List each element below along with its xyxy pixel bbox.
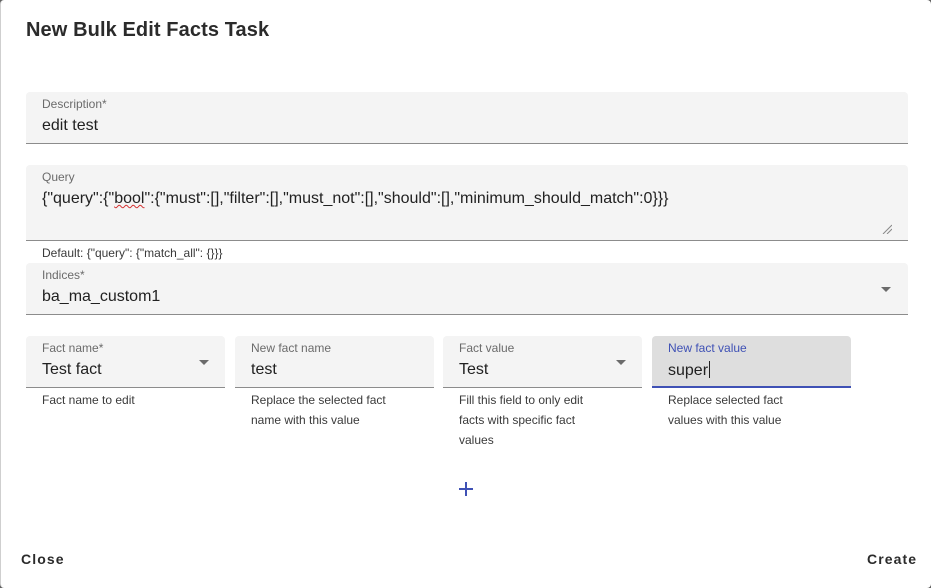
new-fact-value-text: super: [668, 362, 709, 379]
fact-name-helper-text: Fact name to edit: [42, 393, 135, 407]
query-label: Query: [42, 170, 75, 184]
resize-grip-icon[interactable]: [882, 224, 892, 234]
fact-value-helper-line: facts with specific fact: [459, 413, 576, 427]
fact-value-select[interactable]: Fact value Test: [443, 336, 642, 388]
bulk-edit-dialog: New Bulk Edit Facts Task Description* ed…: [0, 0, 931, 588]
description-label: Description*: [42, 97, 107, 111]
new-fact-name-helper: Replace the selected fact name with this…: [251, 390, 386, 430]
new-fact-name-label: New fact name: [251, 341, 332, 355]
fact-value-helper-line: Fill this field to only edit: [459, 393, 584, 407]
fact-value-value: Test: [459, 361, 489, 378]
plus-icon[interactable]: [456, 479, 476, 499]
description-input[interactable]: edit test: [42, 117, 98, 135]
new-fact-name-helper-line: Replace the selected fact: [251, 393, 386, 407]
dropdown-arrow-icon: [881, 287, 891, 292]
close-button[interactable]: Close: [21, 551, 65, 567]
create-button[interactable]: Create: [867, 551, 917, 567]
dropdown-arrow-icon: [199, 360, 209, 365]
fact-name-value: Test fact: [42, 361, 102, 378]
query-text-misspelled: bool: [114, 190, 145, 207]
new-fact-value-field[interactable]: New fact value super: [652, 336, 851, 388]
fact-name-select[interactable]: Fact name* Test fact: [26, 336, 225, 388]
dialog-title: New Bulk Edit Facts Task: [26, 19, 270, 41]
indices-select[interactable]: Indices* ba_ma_custom1: [26, 263, 908, 315]
description-field[interactable]: Description* edit test: [26, 92, 908, 144]
text-caret: [709, 361, 711, 378]
indices-label: Indices*: [42, 268, 85, 282]
new-fact-name-helper-line: name with this value: [251, 413, 360, 427]
new-fact-value-input[interactable]: super: [668, 361, 711, 380]
new-fact-value-helper-line: values with this value: [668, 413, 782, 427]
new-fact-value-helper-line: Replace selected fact: [668, 393, 783, 407]
new-fact-name-input[interactable]: test: [251, 361, 277, 379]
fact-name-helper: Fact name to edit: [42, 390, 135, 410]
new-fact-value-helper: Replace selected fact values with this v…: [668, 390, 783, 430]
query-field[interactable]: Query {"query":{"bool":{"must":[],"filte…: [26, 165, 908, 241]
query-helper-text: Default: {"query": {"match_all": {}}}: [42, 246, 223, 260]
new-fact-value-label: New fact value: [668, 341, 747, 355]
indices-value: ba_ma_custom1: [42, 288, 161, 305]
dropdown-arrow-icon: [616, 360, 626, 365]
fact-value-label: Fact value: [459, 341, 515, 355]
fact-value-helper: Fill this field to only edit facts with …: [459, 390, 583, 450]
query-text-post: ":{"must":[],"filter":[],"must_not":[],"…: [144, 190, 669, 207]
query-textarea[interactable]: {"query":{"bool":{"must":[],"filter":[],…: [42, 190, 668, 208]
new-fact-name-field[interactable]: New fact name test: [235, 336, 434, 388]
query-text-pre: {"query":{": [42, 190, 115, 207]
fact-value-helper-line: values: [459, 433, 494, 447]
fact-name-label: Fact name*: [42, 341, 104, 355]
